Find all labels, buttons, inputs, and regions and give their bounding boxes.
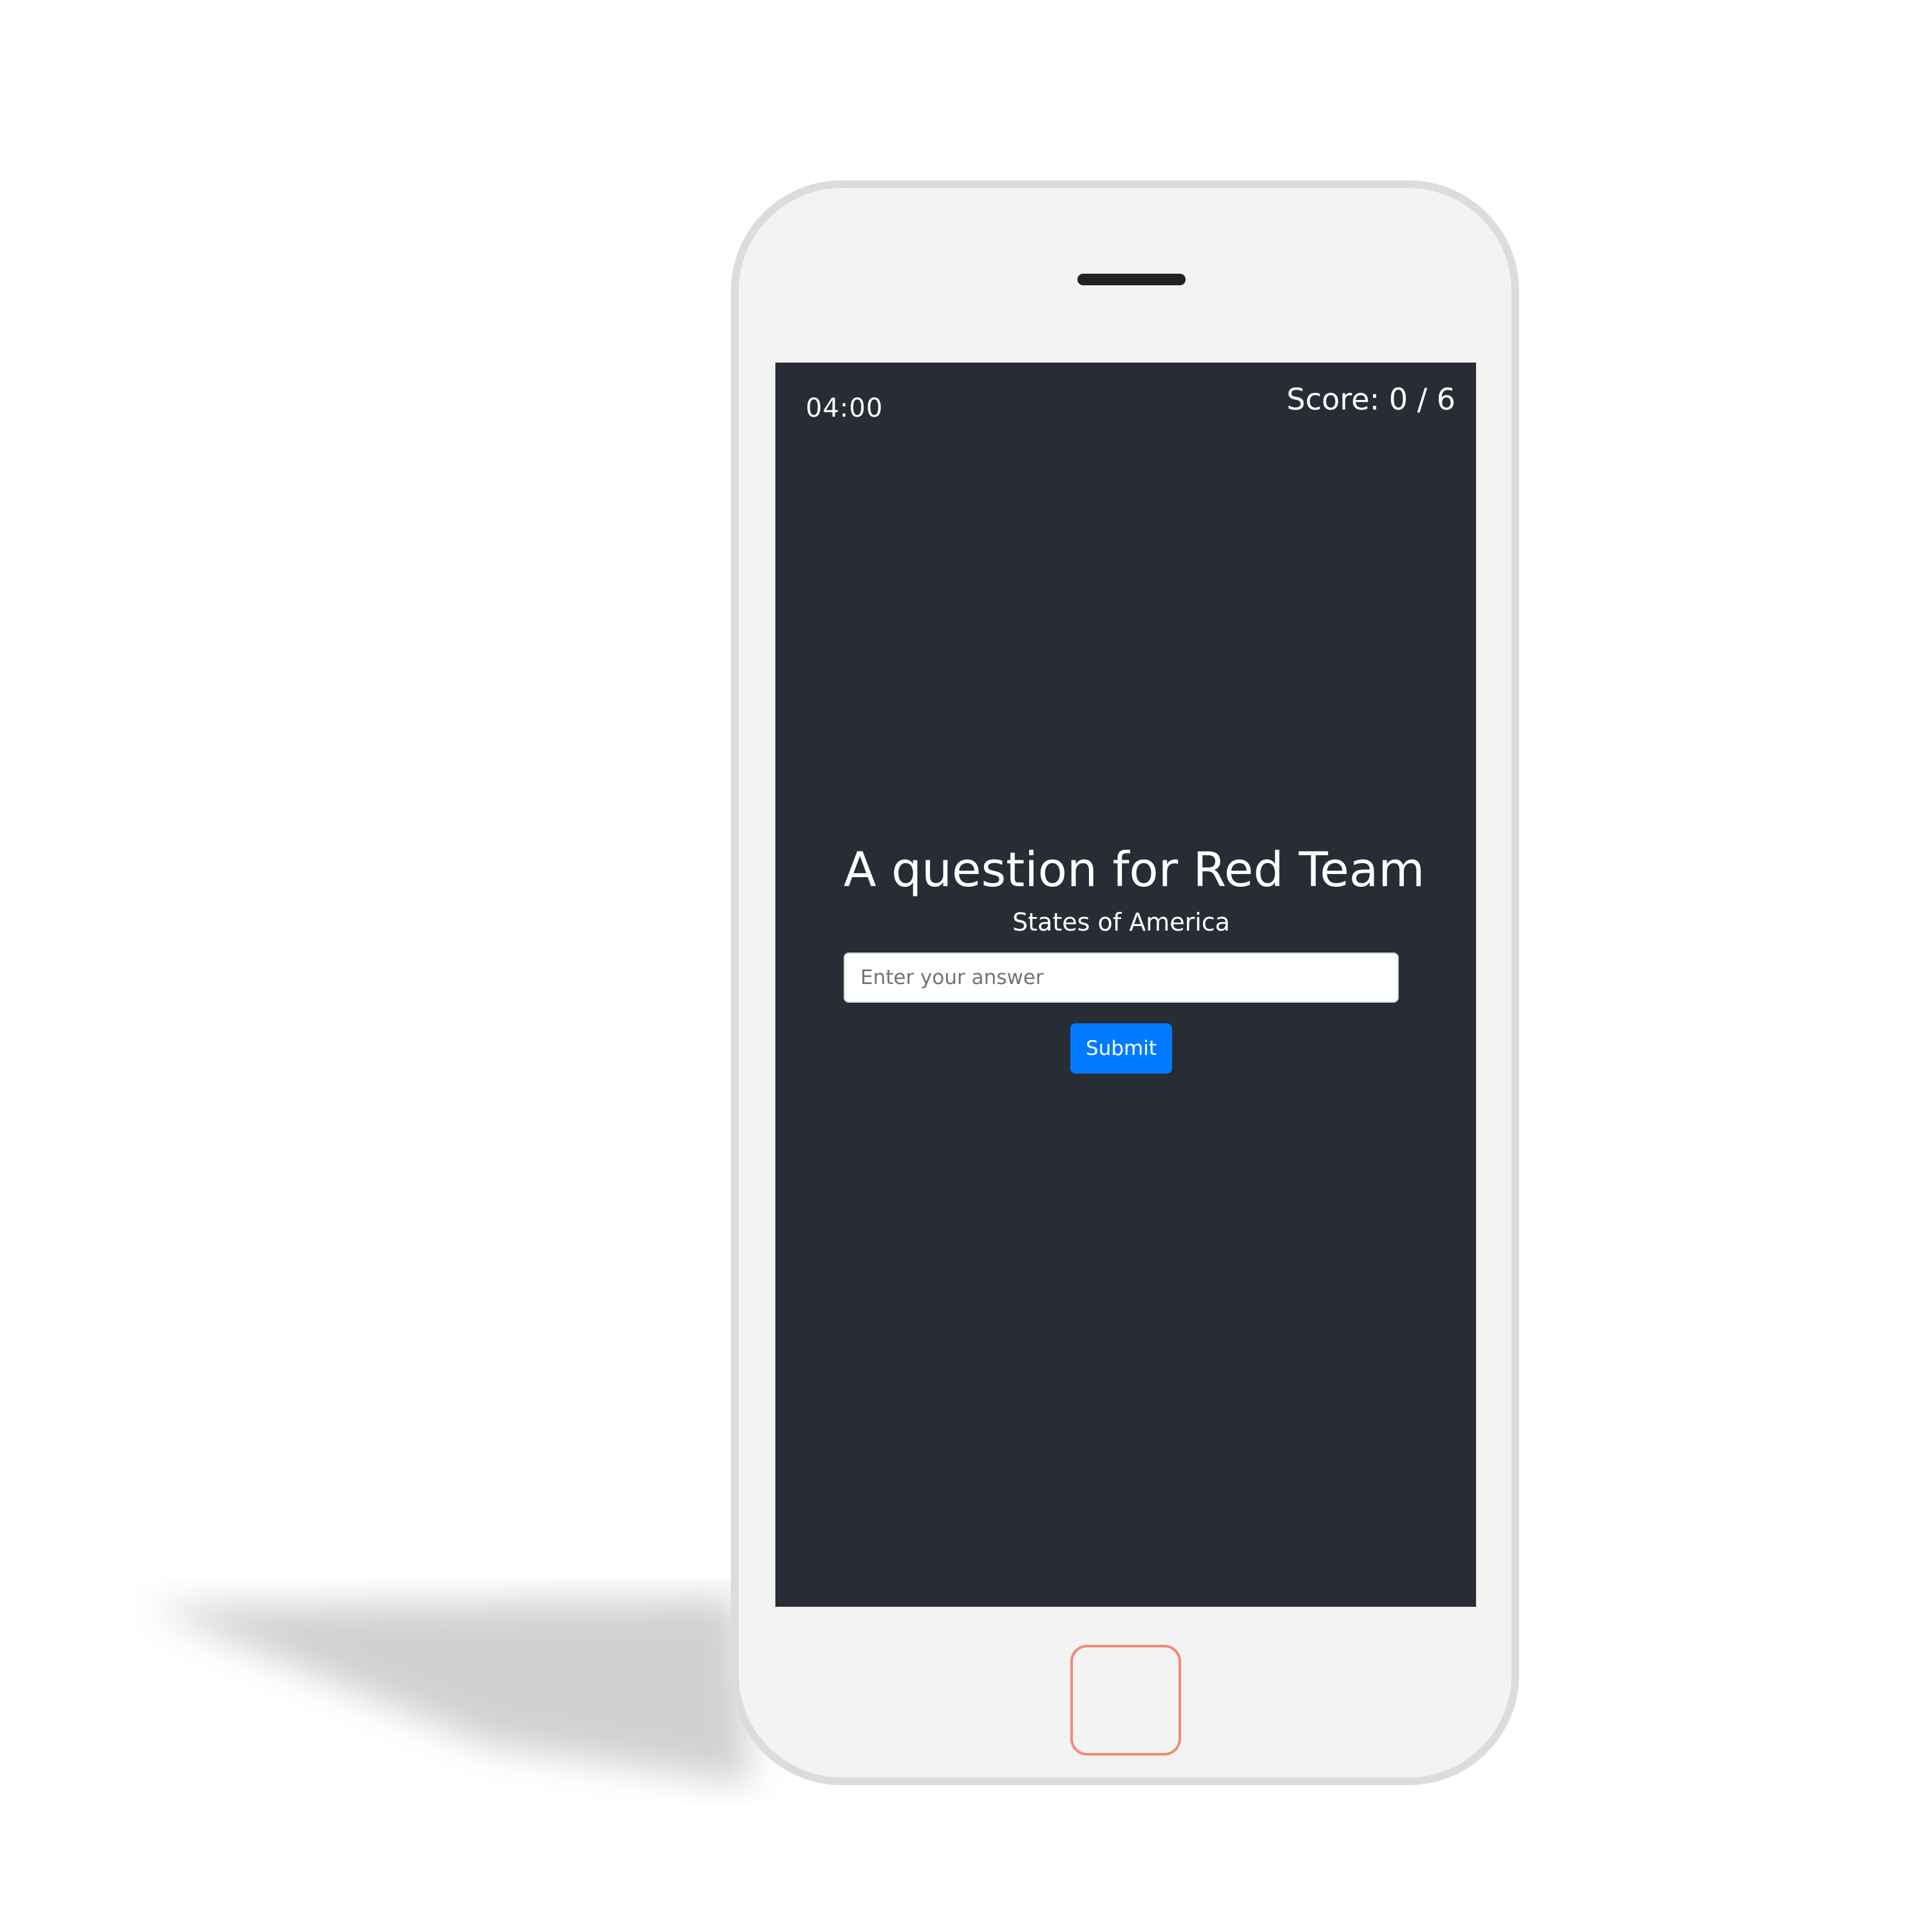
home-button[interactable]: [1070, 1645, 1181, 1756]
question-panel: A question for Red Team States of Americ…: [844, 842, 1425, 1074]
speaker-grille: [1077, 274, 1186, 285]
question-title: A question for Red Team: [844, 842, 1425, 898]
countdown-timer: 04:00: [806, 393, 884, 423]
submit-button[interactable]: Submit: [1070, 1023, 1172, 1074]
answer-input[interactable]: [844, 952, 1399, 1003]
score-display: Score: 0 / 6: [1286, 382, 1455, 417]
phone-frame: 04:00 Score: 0 / 6 A question for Red Te…: [731, 180, 1519, 1785]
quiz-screen: 04:00 Score: 0 / 6 A question for Red Te…: [775, 363, 1476, 1607]
question-text: States of America: [1012, 907, 1230, 936]
